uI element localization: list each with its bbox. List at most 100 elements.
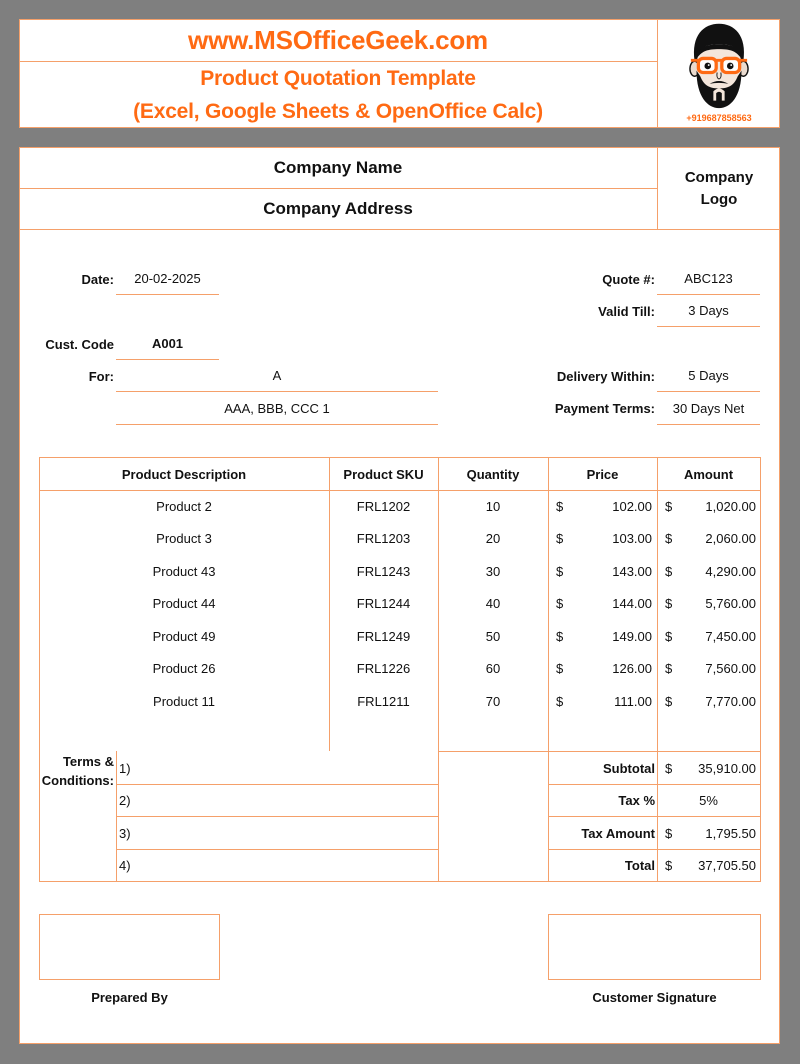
terms-item[interactable]: 3)	[119, 817, 437, 849]
valid-till-field[interactable]: 3 Days	[657, 295, 760, 327]
product-price[interactable]: $ 149.00	[548, 620, 657, 653]
product-price[interactable]: $ 103.00	[548, 523, 657, 556]
price-value: 126.00	[612, 661, 652, 677]
customer-name-field[interactable]: A	[116, 360, 438, 392]
product-description[interactable]: Product 2	[39, 490, 329, 523]
product-quantity[interactable]: 20	[438, 523, 548, 556]
currency-symbol: $	[556, 693, 564, 709]
product-quantity[interactable]: 10	[438, 490, 548, 523]
currency-symbol: $	[665, 531, 673, 547]
quote-number-field[interactable]: ABC123	[657, 263, 760, 295]
product-amount[interactable]: $ 7,560.00	[657, 653, 760, 686]
prepared-by-signature-box[interactable]	[39, 914, 220, 980]
product-price[interactable]: $ 143.00	[548, 555, 657, 588]
date-field[interactable]: 20-02-2025	[116, 263, 219, 295]
date-label: Date:	[81, 271, 114, 287]
product-description[interactable]: Product 26	[39, 653, 329, 686]
product-quantity[interactable]: 60	[438, 653, 548, 686]
total-value: $ 37,705.50	[657, 850, 760, 881]
delivery-within-field[interactable]: 5 Days	[657, 360, 760, 392]
product-description[interactable]: Product 43	[39, 555, 329, 588]
currency-symbol: $	[665, 858, 673, 873]
subtotal-label: Subtotal	[603, 760, 655, 776]
column-header-description[interactable]: Product Description	[39, 458, 329, 490]
amount-value: 4,290.00	[705, 563, 756, 579]
table-row[interactable]: Product 49 FRL1249 50 $ 149.00 $ 7,450.0…	[39, 620, 760, 653]
product-quantity[interactable]: 70	[438, 685, 548, 718]
terms-item[interactable]: 4)	[119, 850, 437, 881]
terms-item[interactable]: 1)	[119, 752, 437, 784]
template-title: Product Quotation Template	[200, 67, 476, 90]
company-logo-placeholder[interactable]: Company Logo	[658, 148, 780, 229]
tax-percent-field[interactable]: 5%	[657, 785, 760, 816]
column-header-amount[interactable]: Amount	[657, 458, 760, 490]
product-amount[interactable]: $ 2,060.00	[657, 523, 760, 556]
product-quantity[interactable]: 40	[438, 588, 548, 621]
company-name[interactable]: Company Name	[19, 148, 657, 188]
product-quantity[interactable]: 50	[438, 620, 548, 653]
terms-item[interactable]: 2)	[119, 785, 437, 816]
table-row[interactable]: Product 44 FRL1244 40 $ 144.00 $ 5,760.0…	[39, 588, 760, 621]
product-price[interactable]: $ 126.00	[548, 653, 657, 686]
table-row[interactable]: Product 3 FRL1203 20 $ 103.00 $ 2,060.00	[39, 523, 760, 556]
product-sku[interactable]: FRL1243	[329, 555, 438, 588]
product-sku[interactable]: FRL1211	[329, 685, 438, 718]
phone-number: +919687858563	[686, 112, 752, 123]
product-amount[interactable]: $ 7,770.00	[657, 685, 760, 718]
currency-symbol: $	[556, 531, 564, 547]
payment-terms-label: Payment Terms:	[554, 401, 655, 416]
subtotal-amount: 35,910.00	[698, 760, 756, 776]
product-description[interactable]: Product 11	[39, 685, 329, 718]
product-quantity[interactable]: 30	[438, 555, 548, 588]
currency-symbol: $	[665, 596, 673, 612]
tax-amount: 1,795.50	[705, 825, 756, 841]
product-amount[interactable]: $ 7,450.00	[657, 620, 760, 653]
total-amount: 37,705.50	[698, 858, 756, 873]
table-row[interactable]: Product 11 FRL1211 70 $ 111.00 $ 7,770.0…	[39, 685, 760, 718]
product-description[interactable]: Product 44	[39, 588, 329, 621]
product-price[interactable]: $ 144.00	[548, 588, 657, 621]
currency-symbol: $	[556, 628, 564, 644]
customer-code-field[interactable]: A001	[116, 328, 219, 360]
product-sku[interactable]: FRL1244	[329, 588, 438, 621]
amount-value: 7,560.00	[705, 661, 756, 677]
currency-symbol: $	[665, 760, 673, 776]
column-header-price[interactable]: Price	[548, 458, 657, 490]
amount-value: 2,060.00	[705, 531, 756, 547]
company-logo-label: Company Logo	[684, 168, 754, 208]
price-value: 149.00	[612, 628, 652, 644]
amount-value: 7,450.00	[705, 628, 756, 644]
customer-signature-box[interactable]	[548, 914, 761, 980]
product-amount[interactable]: $ 4,290.00	[657, 555, 760, 588]
currency-symbol: $	[665, 498, 673, 514]
product-amount[interactable]: $ 1,020.00	[657, 490, 760, 523]
product-sku[interactable]: FRL1226	[329, 653, 438, 686]
product-sku[interactable]: FRL1203	[329, 523, 438, 556]
table-row[interactable]: Product 2 FRL1202 10 $ 102.00 $ 1,020.00	[39, 490, 760, 523]
valid-till-label: Valid Till:	[598, 303, 655, 319]
product-sku[interactable]: FRL1202	[329, 490, 438, 523]
product-price[interactable]: $ 111.00	[548, 685, 657, 718]
product-sku[interactable]: FRL1249	[329, 620, 438, 653]
tax-amount-label: Tax Amount	[581, 825, 655, 841]
product-description[interactable]: Product 3	[39, 523, 329, 556]
table-row[interactable]: Product 26 FRL1226 60 $ 126.00 $ 7,560.0…	[39, 653, 760, 686]
total-label: Total	[624, 858, 655, 873]
quote-number-label: Quote #:	[602, 271, 655, 287]
tax-percent-label: Tax %	[618, 793, 655, 808]
column-header-sku[interactable]: Product SKU	[329, 458, 438, 490]
product-description[interactable]: Product 49	[39, 620, 329, 653]
column-header-quantity[interactable]: Quantity	[438, 458, 548, 490]
website-link[interactable]: www.MSOfficeGeek.com	[19, 20, 657, 61]
payment-terms-field[interactable]: 30 Days Net	[657, 392, 760, 425]
divider	[19, 229, 780, 230]
price-value: 111.00	[614, 693, 652, 709]
company-address[interactable]: Company Address	[19, 189, 657, 229]
currency-symbol: $	[665, 693, 673, 709]
customer-address-field[interactable]: AAA, BBB, CCC 1	[116, 392, 438, 425]
product-amount[interactable]: $ 5,760.00	[657, 588, 760, 621]
price-value: 103.00	[612, 531, 652, 547]
product-price[interactable]: $ 102.00	[548, 490, 657, 523]
currency-symbol: $	[665, 825, 673, 841]
table-row[interactable]: Product 43 FRL1243 30 $ 143.00 $ 4,290.0…	[39, 555, 760, 588]
